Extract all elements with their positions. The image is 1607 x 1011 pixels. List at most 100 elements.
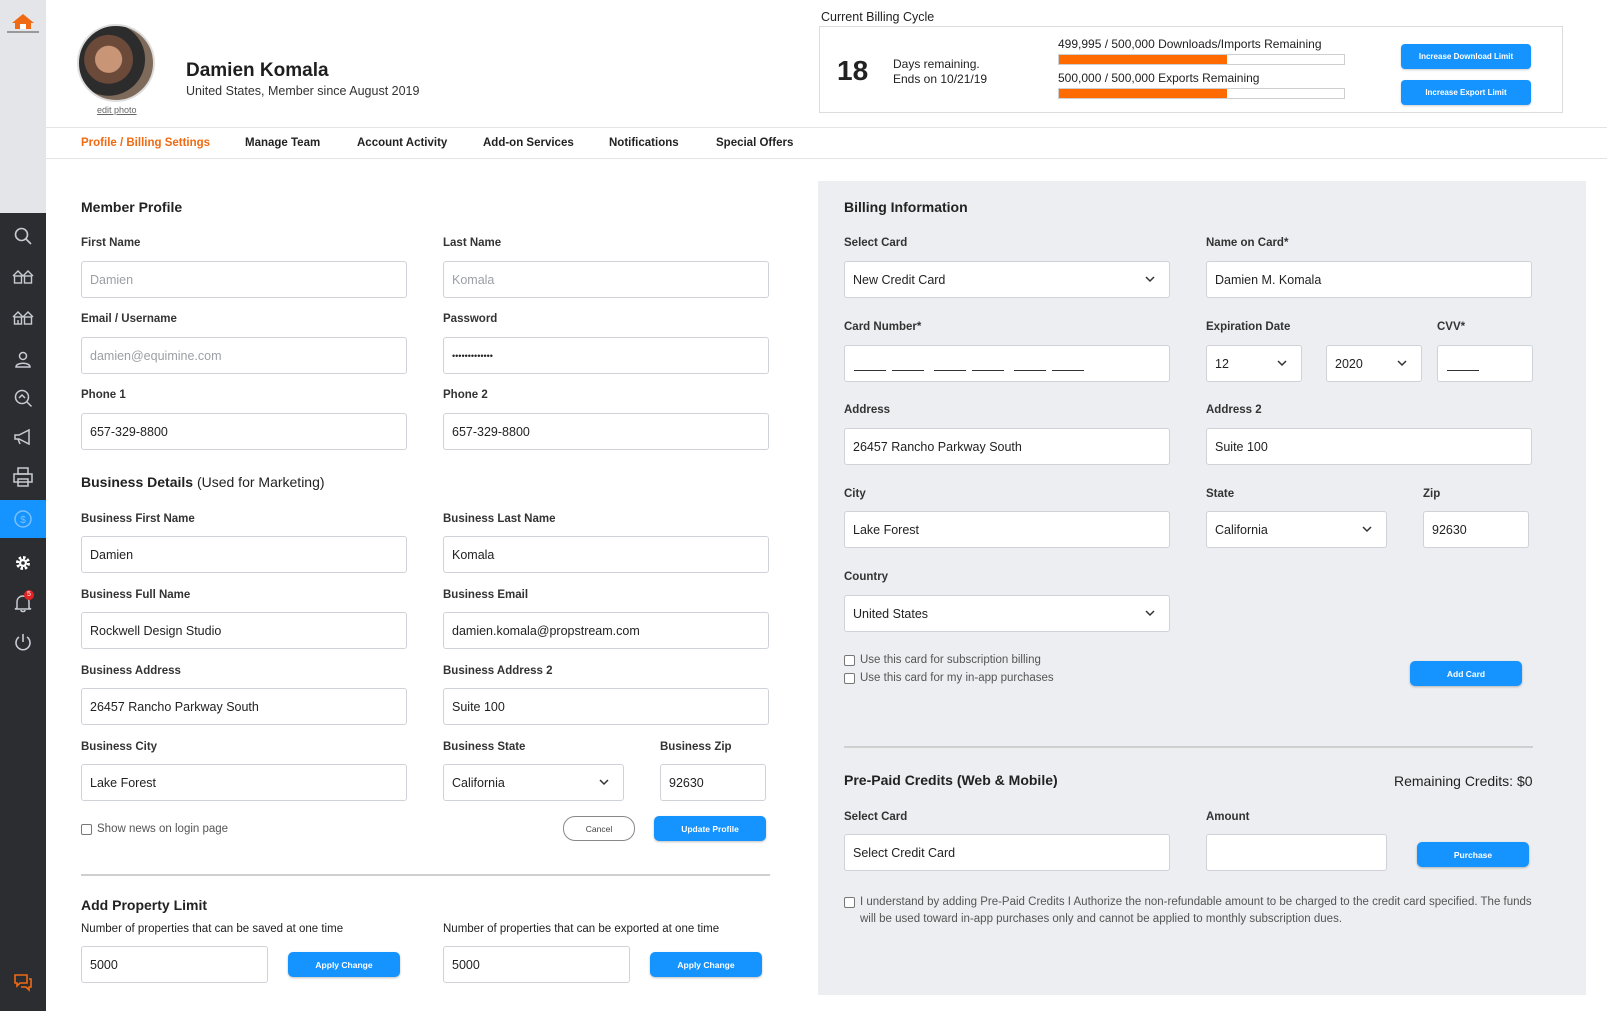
business-address2-field[interactable]: Suite 100 xyxy=(443,688,769,725)
email-field[interactable]: damien@equimine.com xyxy=(81,337,407,374)
exported-limit-field[interactable]: 5000 xyxy=(443,946,630,983)
prepaid-select-card-label: Select Card xyxy=(844,811,908,823)
name-on-card-field[interactable]: Damien M. Komala xyxy=(1206,261,1532,298)
prepaid-select-card-field[interactable]: Select Credit Card xyxy=(844,834,1170,871)
tab-notifications[interactable]: Notifications xyxy=(609,137,679,149)
user-icon[interactable] xyxy=(0,342,46,376)
zip-field[interactable]: 92630 xyxy=(1423,511,1529,548)
inapp-purchases-label: Use this card for my in-app purchases xyxy=(860,672,1054,684)
business-state-select[interactable]: California xyxy=(443,764,624,801)
power-icon[interactable] xyxy=(0,625,46,659)
address-field[interactable]: 26457 Rancho Parkway South xyxy=(844,428,1170,465)
purchase-button[interactable]: Purchase xyxy=(1417,842,1529,867)
search-property-icon[interactable] xyxy=(0,381,46,415)
expiration-label: Expiration Date xyxy=(1206,321,1291,333)
billing-divider xyxy=(844,746,1533,748)
bell-icon[interactable]: 5 xyxy=(0,586,46,620)
card-number-mask xyxy=(853,357,1084,371)
exports-progress-fill xyxy=(1059,89,1228,98)
update-profile-button[interactable]: Update Profile xyxy=(654,816,766,841)
billing-cycle-panel: 18 Days remaining. Ends on 10/21/19 499,… xyxy=(819,26,1563,113)
prepaid-disclaimer-line2: will be used toward in-app purchases onl… xyxy=(860,913,1343,925)
houses-icon[interactable] xyxy=(0,259,46,293)
chevron-down-icon xyxy=(1145,276,1155,283)
user-subtitle: United States, Member since August 2019 xyxy=(186,84,420,98)
prepaid-agree-checkbox[interactable] xyxy=(844,897,855,908)
chevron-down-icon xyxy=(599,779,609,786)
subscription-billing-row[interactable]: Use this card for subscription billing xyxy=(844,654,1041,666)
tab-add-on-services[interactable]: Add-on Services xyxy=(483,137,574,149)
state-value: California xyxy=(1215,522,1268,537)
apply-exported-limit-button[interactable]: Apply Change xyxy=(650,952,762,977)
cycle-end-line: Ends on 10/21/19 xyxy=(893,72,988,86)
business-zip-field[interactable]: 92630 xyxy=(660,764,766,801)
business-email-field[interactable]: damien.komala@propstream.com xyxy=(443,612,769,649)
cancel-button[interactable]: Cancel xyxy=(563,816,635,841)
svg-text:$: $ xyxy=(20,515,26,526)
chevron-down-icon xyxy=(1145,610,1155,617)
add-card-button[interactable]: Add Card xyxy=(1410,661,1522,686)
cvv-label: CVV* xyxy=(1437,321,1466,333)
select-card-dropdown[interactable]: New Credit Card xyxy=(844,261,1170,298)
password-field[interactable]: ••••••••••••• xyxy=(443,337,769,374)
inapp-purchases-row[interactable]: Use this card for my in-app purchases xyxy=(844,672,1054,684)
country-select[interactable]: United States xyxy=(844,595,1170,632)
select-card-label: Select Card xyxy=(844,237,908,249)
phone2-field[interactable]: 657-329-8800 xyxy=(443,413,769,450)
notification-badge: 5 xyxy=(24,590,34,600)
state-select[interactable]: California xyxy=(1206,511,1387,548)
edit-photo-link[interactable]: edit photo xyxy=(97,105,137,115)
last-name-field[interactable]: Komala xyxy=(443,261,769,298)
chevron-down-icon xyxy=(1397,360,1407,367)
show-news-row[interactable]: Show news on login page xyxy=(81,823,228,835)
exports-progress-bar xyxy=(1058,88,1345,99)
country-label: Country xyxy=(844,571,889,583)
saved-limit-field[interactable]: 5000 xyxy=(81,946,268,983)
amount-field[interactable] xyxy=(1206,834,1387,871)
chat-icon[interactable] xyxy=(0,965,46,999)
houses-alt-icon[interactable] xyxy=(0,300,46,334)
business-address2-label: Business Address 2 xyxy=(443,665,553,677)
days-remaining-text: Days remaining. Ends on 10/21/19 xyxy=(893,57,987,87)
show-news-label: Show news on login page xyxy=(97,823,229,835)
tab-special-offers[interactable]: Special Offers xyxy=(716,137,793,149)
address2-field[interactable]: Suite 100 xyxy=(1206,428,1532,465)
business-last-name-field[interactable]: Komala xyxy=(443,536,769,573)
tab-profile-billing[interactable]: Profile / Billing Settings xyxy=(81,137,210,149)
propstream-logo xyxy=(7,14,39,33)
business-first-name-field[interactable]: Damien xyxy=(81,536,407,573)
business-full-name-field[interactable]: Rockwell Design Studio xyxy=(81,612,407,649)
business-city-label: Business City xyxy=(81,741,158,753)
exports-usage-label: 500,000 / 500,000 Exports Remaining xyxy=(1058,71,1260,85)
increase-download-limit-button[interactable]: Increase Download Limit xyxy=(1401,44,1531,69)
increase-export-limit-button[interactable]: Increase Export Limit xyxy=(1401,80,1531,105)
sidebar-brand-area xyxy=(0,0,46,213)
city-field[interactable]: Lake Forest xyxy=(844,511,1170,548)
days-remaining-line: Days remaining. xyxy=(893,57,980,71)
search-icon[interactable] xyxy=(0,219,46,253)
first-name-field[interactable]: Damien xyxy=(81,261,407,298)
business-address-field[interactable]: 26457 Rancho Parkway South xyxy=(81,688,407,725)
inapp-purchases-checkbox[interactable] xyxy=(844,672,855,684)
business-city-field[interactable]: Lake Forest xyxy=(81,764,407,801)
tab-account-activity[interactable]: Account Activity xyxy=(357,137,447,149)
billing-icon[interactable]: $ xyxy=(0,500,46,538)
apply-saved-limit-button[interactable]: Apply Change xyxy=(288,952,400,977)
expiration-month-select[interactable]: 12 xyxy=(1206,345,1302,382)
business-address-label: Business Address xyxy=(81,665,181,677)
billing-cycle-title: Current Billing Cycle xyxy=(821,10,935,24)
phone1-field[interactable]: 657-329-8800 xyxy=(81,413,407,450)
subscription-billing-checkbox[interactable] xyxy=(844,654,855,666)
show-news-checkbox[interactable] xyxy=(81,823,92,835)
business-state-value: California xyxy=(452,775,505,790)
card-number-field[interactable] xyxy=(844,345,1170,382)
tab-manage-team[interactable]: Manage Team xyxy=(245,137,320,149)
avatar[interactable] xyxy=(77,24,155,102)
print-icon[interactable] xyxy=(0,460,46,494)
megaphone-icon[interactable] xyxy=(0,420,46,454)
card-number-label: Card Number* xyxy=(844,321,922,333)
expiration-year-select[interactable]: 2020 xyxy=(1326,345,1422,382)
gear-icon[interactable] xyxy=(0,546,46,580)
business-first-name-label: Business First Name xyxy=(81,513,195,525)
cvv-field[interactable] xyxy=(1437,345,1533,382)
